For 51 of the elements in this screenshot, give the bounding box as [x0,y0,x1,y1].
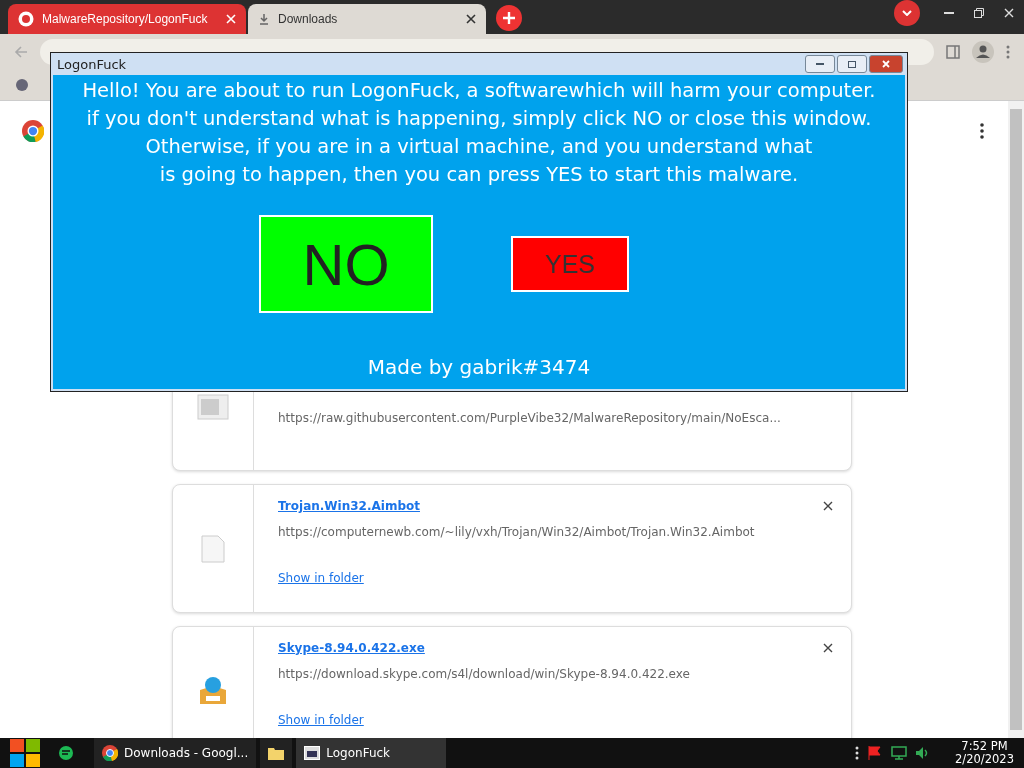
window-icon [304,746,321,760]
file-icon [201,534,225,563]
network-icon[interactable] [891,745,908,761]
browser-tab[interactable]: MalwareRepository/LogonFuck [8,4,246,34]
close-icon[interactable] [823,501,833,511]
minimize-icon [816,63,824,65]
show-in-folder-link[interactable]: Show in folder [278,571,364,585]
scrollbar[interactable] [1008,101,1024,738]
chevron-down-icon [902,10,912,16]
more-icon[interactable] [980,123,984,139]
clock-time: 7:52 PM [961,740,1008,753]
file-icon [197,393,229,420]
tab-search-button[interactable] [894,0,920,26]
no-button[interactable]: NO [259,215,433,313]
folder-icon [268,746,285,760]
window-title: LogonFuck [57,56,127,72]
chrome-icon [102,745,118,761]
plus-icon [503,12,515,24]
yes-button[interactable]: YES [511,236,629,292]
restore-icon [974,8,984,18]
bookmark-icon[interactable] [14,77,30,93]
warning-message: Hello! You are about to run LogonFuck, a softwarewhich will harm your computer. if you don't understand what is happening, simply click NO or close this window. Otherwise, if you are in a virtual machine, and you understand what is going to happen, then you can press YES to start this malware. [82,78,876,188]
minimize-icon [944,12,954,14]
close-icon [1004,8,1014,18]
maximize-icon [848,60,856,68]
show-in-folder-link[interactable]: Show in folder [278,713,364,727]
clock-date: 2/20/2023 [955,753,1014,766]
close-icon [882,60,890,68]
download-url: https://raw.githubusercontent.com/PurpleVibe32/MalwareRepository/main/NoEsca... [278,411,782,425]
sidebar-icon[interactable] [946,45,960,59]
download-url: https://computernewb.com/~lily/vxh/Trojan/Win32/Aimbot/Trojan.Win32.Aimbot [278,525,756,539]
file-link[interactable]: Skype-8.94.0.422.exe [278,641,425,655]
download-icon [258,13,270,25]
package-icon [197,675,229,706]
minimize-button[interactable] [805,55,835,73]
windows-logo-icon[interactable] [10,739,40,767]
flag-icon[interactable] [867,745,884,761]
maximize-button[interactable] [837,55,867,73]
close-icon[interactable] [823,643,833,653]
browser-tab[interactable]: Downloads [248,4,486,34]
credit-text: Made by gabrik#3474 [367,355,591,379]
chrome-icon [22,120,44,142]
file-link[interactable]: Trojan.Win32.Aimbot [278,499,420,513]
close-icon[interactable] [466,14,476,24]
more-icon[interactable] [855,746,860,760]
taskbar-button[interactable]: Downloads - Googl... [94,738,257,768]
taskbar-button[interactable]: LogonFuck [296,738,447,768]
new-tab-button[interactable] [496,5,522,31]
download-url: https://download.skype.com/s4l/download/win/Skype-8.94.0.422.exe [278,667,691,681]
taskbar-button[interactable] [260,738,293,768]
profile-icon[interactable] [972,41,994,63]
